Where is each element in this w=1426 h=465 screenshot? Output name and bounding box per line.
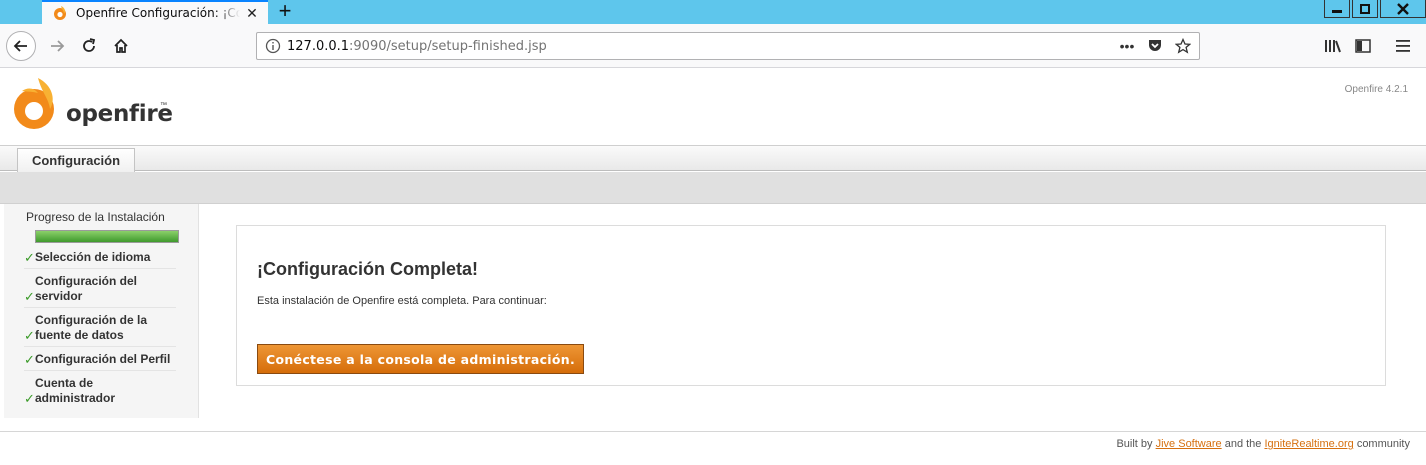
back-button[interactable] <box>6 31 36 61</box>
url-text[interactable]: 127.0.0.1:9090/setup/setup-finished.jsp <box>287 39 547 54</box>
reload-button[interactable] <box>74 31 104 61</box>
bookmark-button[interactable] <box>1173 37 1193 55</box>
library-button[interactable] <box>1318 31 1348 61</box>
back-icon <box>13 40 27 52</box>
sidebar-step-item: ✓ Configuración de la fuente de datos <box>24 311 176 347</box>
minimize-icon <box>1332 9 1342 13</box>
minimize-button[interactable] <box>1324 0 1350 18</box>
sidebar-step-label: Configuración del Perfil <box>35 352 171 366</box>
openfire-logo[interactable]: openfire ™ <box>12 75 173 131</box>
page-header: openfire ™ Openfire 4.2.1 <box>0 69 1426 145</box>
tab-close-icon[interactable]: ✕ <box>244 5 260 21</box>
sidebar-step-item: ✓ Cuenta de administrador <box>24 374 176 409</box>
menu-button[interactable] <box>1388 31 1418 61</box>
info-icon[interactable] <box>265 38 281 54</box>
progress-bar-fill <box>36 231 178 242</box>
sidebar-step-label: Selección de idioma <box>35 250 151 264</box>
page-footer: Built by Jive Software and the IgniteRea… <box>0 431 1426 465</box>
setup-finished-panel: ¡Configuración Completa! Esta instalació… <box>236 225 1386 386</box>
installation-sidebar: Progreso de la Instalación ✓ Selección de… <box>4 204 199 418</box>
sub-navigation-bar <box>0 172 1426 204</box>
jive-software-link[interactable]: Jive Software <box>1156 438 1222 450</box>
sidebar-icon <box>1355 39 1371 53</box>
sidebar-step-item: ✓ Configuración del Perfil <box>24 350 176 371</box>
sidebar-toggle-button[interactable] <box>1348 31 1378 61</box>
url-host: 127.0.0.1 <box>287 38 350 54</box>
address-bar[interactable]: 127.0.0.1:9090/setup/setup-finished.jsp … <box>256 32 1200 60</box>
checkmark-icon: ✓ <box>24 391 35 406</box>
reload-icon <box>83 38 96 52</box>
forward-icon <box>51 40 65 52</box>
admin-console-button[interactable]: Conéctese a la consola de administración… <box>257 344 584 374</box>
footer-prefix: Built by <box>1116 438 1153 450</box>
page-actions-button[interactable]: ••• <box>1117 37 1137 55</box>
igniterealtime-link[interactable]: IgniteRealtime.org <box>1264 438 1353 450</box>
installation-steps-list: ✓ Selección de idioma ✓ Configuración del s… <box>24 248 176 412</box>
navigation-toolbar: 127.0.0.1:9090/setup/setup-finished.jsp … <box>0 24 1426 68</box>
checkmark-icon: ✓ <box>24 328 35 343</box>
sidebar-step-item: ✓ Selección de idioma <box>24 248 176 269</box>
library-icon <box>1325 40 1341 53</box>
sidebar-step-label: Configuración del servidor <box>35 274 137 303</box>
openfire-flame-icon <box>14 78 54 129</box>
checkmark-icon: ✓ <box>24 352 35 367</box>
footer-suffix: community <box>1356 438 1410 450</box>
sidebar-title: Progreso de la Instalación <box>26 210 165 224</box>
sidebar-step-item: ✓ Configuración del servidor <box>24 272 176 308</box>
checkmark-icon: ✓ <box>24 289 35 304</box>
maximize-icon <box>1360 3 1370 14</box>
url-path: :9090/setup/setup-finished.jsp <box>349 38 547 54</box>
browser-tab-active[interactable]: Openfire Configuración: ¡Configuración C… <box>42 0 268 24</box>
pocket-button[interactable] <box>1145 37 1165 55</box>
home-icon <box>114 38 128 53</box>
logo-trademark: ™ <box>160 102 167 109</box>
pocket-icon <box>1149 40 1161 51</box>
tab-title: Openfire Configuración: ¡Configuración C… <box>76 6 240 20</box>
footer-middle: and the <box>1224 438 1262 450</box>
sidebar-step-label: Cuenta de administrador <box>35 376 116 405</box>
menu-icon <box>1396 40 1410 52</box>
url-actions: ••• <box>1117 37 1193 55</box>
sidebar-step-label: Configuración de la fuente de datos <box>35 313 148 342</box>
main-tabs-bar: Configuración <box>0 145 1426 172</box>
close-window-button[interactable] <box>1380 0 1426 18</box>
close-icon <box>1397 2 1409 15</box>
new-tab-button[interactable]: + <box>274 0 296 23</box>
completion-message: Esta instalación de Openfire está comple… <box>257 295 547 307</box>
installation-progress-bar <box>35 230 179 243</box>
checkmark-icon: ✓ <box>24 250 35 265</box>
page-title: ¡Configuración Completa! <box>257 259 478 279</box>
bookmark-star-icon <box>1175 38 1191 54</box>
window-titlebar: Openfire Configuración: ¡Configuración C… <box>0 0 1426 24</box>
home-button[interactable] <box>106 31 136 61</box>
openfire-favicon-icon <box>54 6 66 20</box>
forward-button[interactable] <box>42 31 72 61</box>
logo-text: openfire <box>66 101 173 127</box>
maximize-button[interactable] <box>1352 0 1378 18</box>
page-content: openfire ™ Openfire 4.2.1 Configuración … <box>0 69 1426 465</box>
footer-credits: Built by Jive Software and the IgniteRea… <box>1116 438 1410 450</box>
version-label: Openfire 4.2.1 <box>1344 84 1408 95</box>
tab-configuracion[interactable]: Configuración <box>17 148 135 172</box>
